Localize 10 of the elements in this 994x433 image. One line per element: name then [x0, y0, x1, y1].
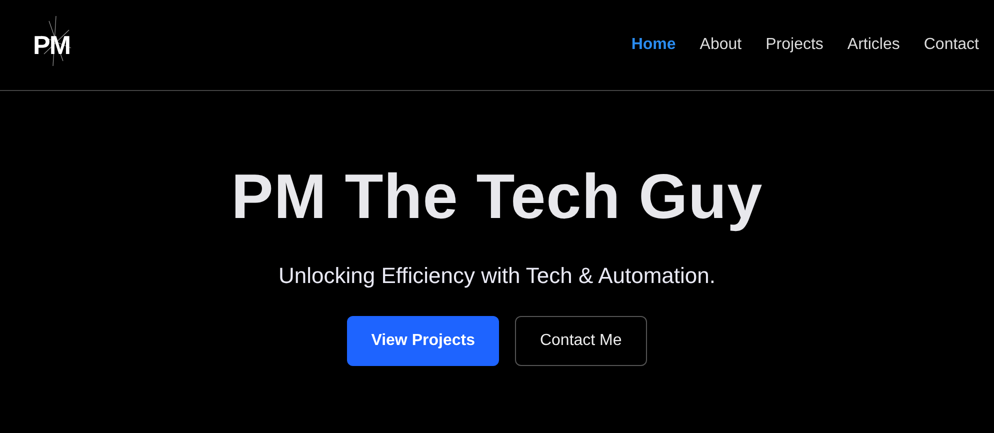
nav-link[interactable]: Articles: [847, 36, 900, 54]
hero-subtitle: Unlocking Efficiency with Tech & Automation.: [278, 263, 716, 289]
nav-link[interactable]: About: [700, 36, 742, 54]
nav-link[interactable]: Home: [631, 36, 676, 54]
nav-link[interactable]: Projects: [766, 36, 824, 54]
nav-link[interactable]: Contact: [924, 36, 979, 54]
hero-title: PM The Tech Guy: [231, 161, 763, 233]
logo[interactable]: PM: [33, 30, 70, 60]
contact-button[interactable]: Contact Me: [514, 316, 647, 366]
view-projects-button[interactable]: View Projects: [347, 316, 499, 366]
